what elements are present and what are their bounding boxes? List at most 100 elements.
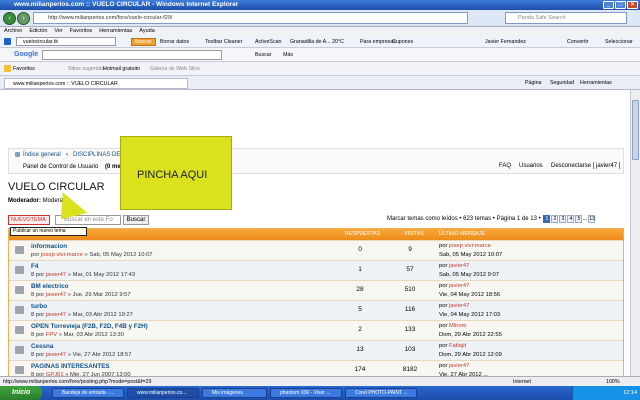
last-post-author[interactable]: por javier47 [439,303,469,309]
new-topic-tooltip: Publicar un nuevo tema [10,227,87,236]
toolbar-search-field[interactable]: vuelocircular.tk [16,37,116,46]
browser-search-input[interactable]: Panda Safe Search [505,12,627,24]
topic-title[interactable]: F4 [31,263,38,270]
start-button[interactable]: Inicio [0,386,42,400]
convertir-button[interactable]: Convertir [567,36,589,47]
tab-current[interactable]: www.milianperios.com :: VUELO CIRCULAR [4,78,188,89]
topic-icon [15,266,24,274]
google-search-input[interactable] [42,50,222,60]
google-buscar-button[interactable]: Buscar [255,48,272,62]
table-row[interactable]: F4 8 por javier47 » Mar, 01 May 2012 17:4… [9,260,623,280]
topic-title[interactable]: OPEN Torrevieja (F2B, F2D, F4B y F2H) [31,323,148,330]
topic-title[interactable]: Cessna [31,343,53,350]
topic-views: 57 [406,266,414,273]
topics-table: TEMAS RESPUESTAS VISITAS ÚLTIMO MENSAJE … [8,228,624,380]
topic-title[interactable]: PAGINAS INTERESANTES [31,363,110,370]
table-row[interactable]: BM electrico 8 por javier47 » Jue, 29 Mar… [9,280,623,300]
forum-search-button[interactable]: Buscar [123,215,149,225]
scrollbar[interactable] [630,90,640,376]
weather-button[interactable]: Granadilla de A... 20°C [290,36,344,47]
taskbar-item-visor[interactable]: phantom 036 - Visor ... [270,388,342,398]
topic-title[interactable]: turbo [31,303,47,310]
address-bar[interactable]: http://www.milianperios.com/foro/vuelo-c… [33,12,468,24]
user-name[interactable]: Javier Fernandez [485,36,526,47]
page-3[interactable]: 3 [559,215,567,223]
table-row[interactable]: Cessna 8 por javier47 » Vie, 27 Abr 2012 … [9,340,623,360]
last-post-author[interactable]: por Fatlajit [439,343,466,349]
activescan-button[interactable]: ActiveScan [255,36,282,47]
table-row[interactable]: turbo 8 por javier47 » Mar, 03 Abr 2012 1… [9,300,623,320]
last-post-date: Vie, 04 May 2012 17:03 [439,312,501,318]
toolbar-buscar-button[interactable]: Buscar [131,38,156,46]
page-2[interactable]: 2 [551,215,559,223]
callout-text: PINCHA AQUI [137,169,208,181]
taskbar-item-ie[interactable]: www.milianperios.co... [127,388,199,398]
seleccionar-button[interactable]: Seleccionar [605,36,633,47]
topic-views: 9 [408,246,412,253]
topic-replies: 28 [356,286,364,293]
minimize-button[interactable]: _ [603,1,614,9]
last-post-author[interactable]: por Milrom [439,323,466,329]
google-toolbar: Google Buscar Más [0,48,640,62]
back-icon[interactable]: ‹ [3,12,16,25]
last-post-date: Vie, 04 May 2012 18:56 [439,292,501,298]
pagination-text: Marcar temas como leídos • 623 temas • P… [387,216,541,222]
herramientas-menu[interactable]: Herramientas [580,76,612,90]
logout-link[interactable]: Desconectarse [ javier47 ] [551,163,620,169]
menu-archivo[interactable]: Archivo [4,28,22,34]
pagina-menu[interactable]: Página [525,76,542,90]
toolbar-cleaner-button[interactable]: Toolbar Cleaner [205,36,242,47]
topic-views: 8182 [402,366,418,373]
page-4[interactable]: 4 [567,215,575,223]
last-post-author[interactable]: por javier47 [439,363,469,369]
panel-usuario-link[interactable]: Panel de Control de Usuario [23,164,98,170]
menu-herramientas[interactable]: Herramientas [99,28,132,34]
tab-row: www.milianperios.com :: VUELO CIRCULAR P… [0,76,640,90]
home-icon [15,152,22,158]
topic-replies: 0 [358,246,362,253]
last-post-author[interactable]: por javier47 [439,263,469,269]
menu-favoritos[interactable]: Favoritos [70,28,93,34]
menu-ver[interactable]: Ver [54,28,62,34]
taskbar-item-imagenes[interactable]: Mis imágenes [202,388,267,398]
para-empresas-button[interactable]: Para empresas [360,36,396,47]
taskbar-item-bandeja[interactable]: Bandeja de entrada - ... [52,388,124,398]
cupones-button[interactable]: Cupones [392,36,413,47]
forward-icon[interactable]: › [17,12,30,25]
table-row[interactable]: informacion por josep vivi-marce » Sab, 0… [9,240,623,260]
menu-edicion[interactable]: Edición [29,28,47,34]
usuarios-link[interactable]: Usuarios [519,163,543,169]
table-header: TEMAS RESPUESTAS VISITAS ÚLTIMO MENSAJE [9,229,623,240]
scroll-thumb[interactable] [632,100,639,160]
menu-ayuda[interactable]: Ayuda [139,28,155,34]
topic-replies: 13 [356,346,364,353]
topic-meta: 8 por javier47 » Mar, 03 Abr 2012 19:27 [31,312,133,318]
clock: 12:14 [623,390,637,396]
sitios-sugeridos-link[interactable]: Sitios sugeridos [68,62,105,76]
faq-link[interactable]: FAQ [499,163,511,169]
hotmail-link[interactable]: Hotmail gratuito [103,62,140,76]
panda-icon [4,36,13,47]
google-mas-button[interactable]: Más [283,48,293,62]
topic-meta: 8 por javier47 » Mar, 01 May 2012 17:43 [31,272,136,278]
page-13[interactable]: 13 [588,215,596,223]
favoritos-button[interactable]: Favoritos [4,62,35,76]
close-button[interactable]: × [627,1,638,9]
topic-title[interactable]: BM electrico [31,283,68,290]
seguridad-menu[interactable]: Seguridad [550,76,574,90]
menu-bar: Archivo Edición Ver Favoritos Herramientas Ay… [0,27,640,36]
topic-title[interactable]: informacion [31,243,67,250]
last-post-author[interactable]: por javier47 [439,283,469,289]
taskbar-item-corel[interactable]: Corel PHOTO-PAINT ... [345,388,417,398]
topic-meta: 8 por FPV » Mar, 03 Abr 2012 13:30 [31,332,124,338]
breadcrumb: Índice general ‹ DISCIPLINAS DE VUE Pane… [8,148,624,174]
table-row[interactable]: OPEN Torrevieja (F2B, F2D, F4B y F2H) 8 p… [9,320,623,340]
last-post-author[interactable]: por josep vivi-marce [439,243,491,249]
breadcrumb-index[interactable]: Índice general [23,152,61,158]
new-topic-button[interactable]: NUEVOTEMA [8,215,50,225]
galeria-link[interactable]: Galería de Web Slice [150,62,200,76]
page-1[interactable]: 1 [543,215,551,223]
maximize-button[interactable]: □ [615,1,626,9]
borrar-datos-button[interactable]: Borrar datos [160,36,189,47]
last-post-date: Dom, 29 Abr 2012 12:09 [439,352,502,358]
